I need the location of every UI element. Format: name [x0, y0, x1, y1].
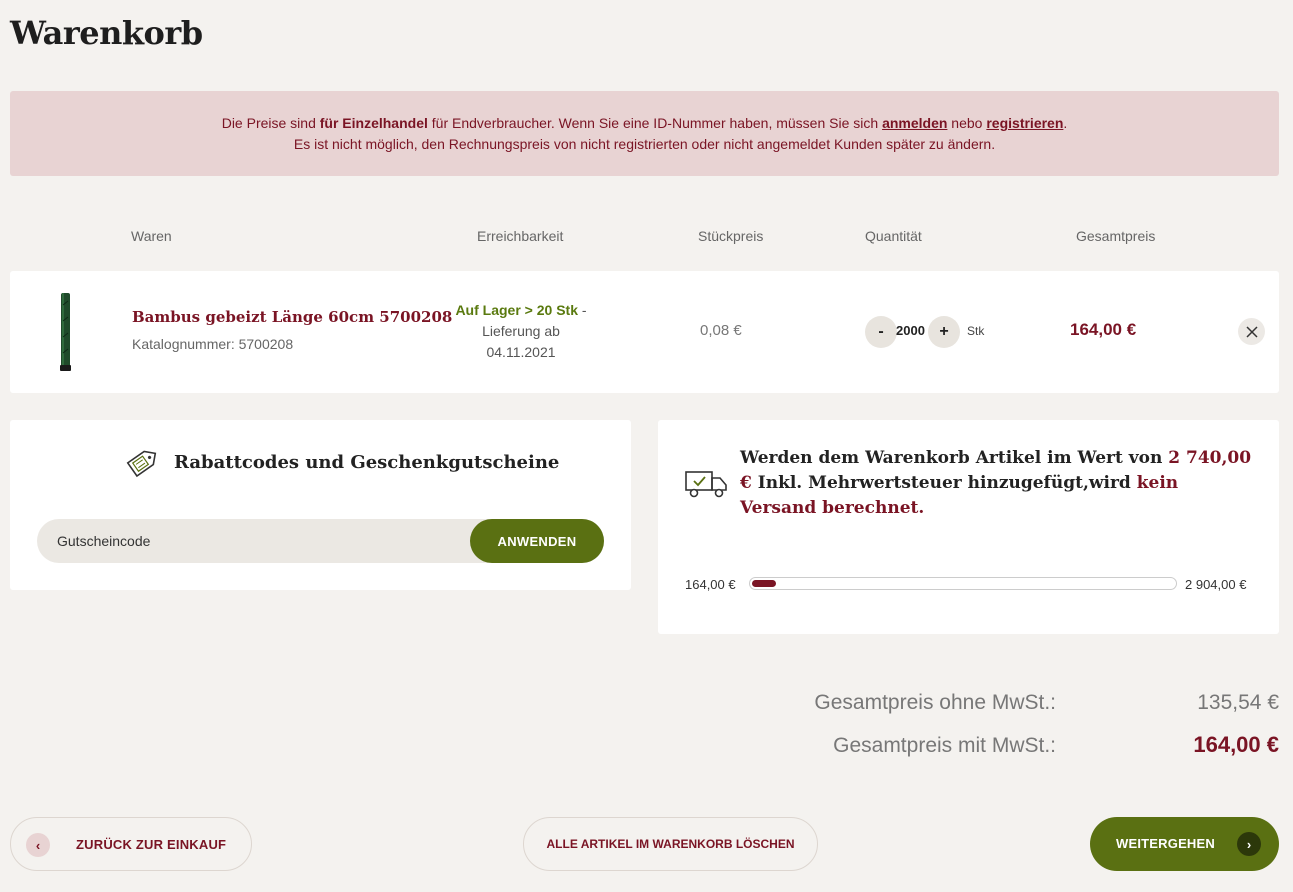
unit-price: 0,08 € — [700, 322, 742, 339]
free-shipping-message: Werden dem Warenkorb Artikel im Wert von… — [740, 448, 1252, 518]
notice-line-2: Es ist nicht möglich, den Rechnungspreis… — [293, 136, 996, 152]
delivery-truck-icon — [685, 471, 727, 498]
header-unit-price: Stückpreis — [698, 228, 764, 244]
cart-item-row: Bambus gebeizt Länge 60cm 5700208 Katalo… — [10, 271, 1279, 393]
product-image[interactable] — [54, 291, 76, 373]
chevron-left-icon: ‹ — [26, 833, 50, 857]
item-total-price: 164,00 € — [1070, 320, 1137, 339]
free-shipping-panel: Werden dem Warenkorb Artikel im Wert von… — [658, 420, 1279, 634]
notice-line-1: Die Preise sind für Einzelhandel für End… — [221, 115, 1068, 131]
gross-total-label: Gesamtpreis mit MwSt.: — [833, 734, 1056, 757]
quantity-input[interactable]: 2000 — [896, 323, 930, 338]
continue-button[interactable]: WEITERGEHEN › — [1090, 817, 1279, 871]
voucher-tag-icon — [126, 450, 157, 478]
progress-fill — [752, 580, 776, 587]
stock-status: Auf Lager > 20 Stk — [455, 302, 578, 318]
delivery-label: Lieferung ab — [482, 323, 560, 339]
quantity-increase-button[interactable]: + — [928, 316, 960, 348]
delivery-date: 04.11.2021 — [486, 344, 556, 360]
header-total: Gesamtpreis — [1076, 228, 1156, 244]
progress-current-value: 164,00 € — [685, 577, 736, 592]
close-icon — [1245, 325, 1258, 338]
header-product: Waren — [131, 228, 172, 244]
product-catalog-number: Katalognummer: 5700208 — [132, 336, 294, 352]
coupon-form: ANWENDEN — [37, 519, 604, 563]
gross-total-value: 164,00 € — [1193, 732, 1279, 757]
quantity-decrease-button[interactable]: - — [865, 316, 897, 348]
free-shipping-progress-bar — [749, 577, 1177, 590]
coupon-code-input[interactable] — [57, 519, 457, 563]
coupon-panel: Rabattcodes und Geschenkgutscheine ANWEN… — [10, 420, 631, 590]
continue-label: WEITERGEHEN — [1116, 836, 1215, 851]
clear-cart-button[interactable]: ALLE ARTIKEL IM WARENKORB LÖSCHEN — [523, 817, 818, 871]
notice-emphasis: für Einzelhandel — [319, 115, 428, 131]
net-total-label: Gesamtpreis ohne MwSt.: — [814, 691, 1056, 714]
net-total-value: 135,54 € — [1197, 691, 1279, 714]
quantity-unit: Stk — [967, 324, 985, 338]
price-notice-banner: Die Preise sind für Einzelhandel für End… — [10, 91, 1279, 176]
back-to-shop-button[interactable]: ‹ ZURÜCK ZUR EINKAUF — [10, 817, 252, 871]
register-link[interactable]: registrieren — [986, 115, 1063, 131]
remove-item-button[interactable] — [1238, 318, 1265, 345]
coupon-title: Rabattcodes und Geschenkgutscheine — [174, 452, 560, 473]
chevron-right-icon: › — [1237, 832, 1261, 856]
header-availability: Erreichbarkeit — [477, 228, 564, 244]
product-availability: Auf Lager > 20 Stk - Lieferung ab 04.11.… — [440, 300, 602, 363]
apply-coupon-button[interactable]: ANWENDEN — [470, 519, 604, 563]
page-title: Warenkorb — [10, 14, 203, 52]
back-to-shop-label: ZURÜCK ZUR EINKAUF — [76, 837, 227, 852]
progress-target-value: 2 904,00 € — [1185, 577, 1247, 592]
login-link[interactable]: anmelden — [882, 115, 947, 131]
header-quantity: Quantität — [865, 228, 922, 244]
product-name-link[interactable]: Bambus gebeizt Länge 60cm 5700208 — [132, 308, 452, 326]
